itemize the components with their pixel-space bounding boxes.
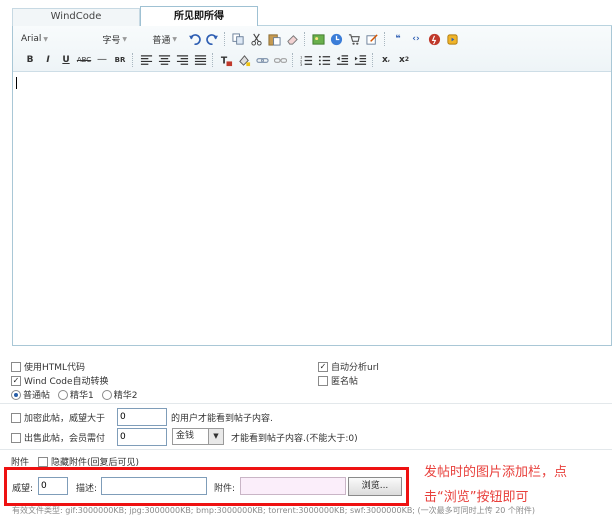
quote-icon[interactable]: ❝ xyxy=(391,32,405,46)
justify-icon[interactable] xyxy=(193,53,207,67)
editor-toolbar: Arial ▼ 字号 ▼ 普通 ▼ ❝ ‹› B I U ABC — BR T … xyxy=(13,26,611,72)
subscript-icon[interactable]: x, xyxy=(379,53,393,67)
copy-icon[interactable] xyxy=(231,32,245,46)
rich-text-editor: Arial ▼ 字号 ▼ 普通 ▼ ❝ ‹› B I U ABC — BR T … xyxy=(12,26,612,346)
toolbar-divider xyxy=(212,53,214,67)
hide-attachment-checkbox[interactable] xyxy=(38,456,48,467)
attachment-prestige-label: 威望: xyxy=(12,484,34,494)
italic-icon[interactable]: I xyxy=(41,53,55,67)
use-html-option[interactable]: 使用HTML代码 xyxy=(11,360,85,373)
toolbar-divider xyxy=(384,32,386,46)
post-type-digest1-radio[interactable] xyxy=(58,389,69,400)
bold-icon[interactable]: B xyxy=(23,53,37,67)
encrypt-post-checkbox[interactable] xyxy=(11,412,21,423)
sell-suffix-text: 才能看到帖子内容.(不能大于:0) xyxy=(231,434,358,444)
indent-icon[interactable] xyxy=(353,53,367,67)
windcode-convert-checkbox[interactable]: ✓ xyxy=(11,375,21,386)
post-type-normal-radio[interactable] xyxy=(11,389,21,400)
font-style-select[interactable]: 普通 ▼ xyxy=(135,33,177,46)
flash-icon[interactable] xyxy=(427,32,441,46)
prestige-suffix-text: 的用户才能看到帖子内容. xyxy=(171,414,273,424)
image-icon[interactable] xyxy=(311,32,325,46)
superscript-icon[interactable]: x2 xyxy=(397,53,411,67)
attachment-desc-label: 描述: xyxy=(76,484,98,494)
sell-post-checkbox[interactable] xyxy=(11,432,21,443)
toolbar-divider xyxy=(372,53,374,67)
align-center-icon[interactable] xyxy=(157,53,171,67)
chevron-down-icon: ▼ xyxy=(208,429,223,444)
bg-color-icon[interactable] xyxy=(237,53,251,67)
link-icon[interactable] xyxy=(255,53,269,67)
eraser-icon[interactable] xyxy=(285,32,299,46)
paste-icon[interactable] xyxy=(267,32,281,46)
attachment-prestige-input[interactable]: 0 xyxy=(38,477,68,495)
unordered-list-icon[interactable] xyxy=(317,53,331,67)
tab-wysiwyg[interactable]: 所见即所得 xyxy=(140,6,258,27)
align-right-icon[interactable] xyxy=(175,53,189,67)
anonymous-option[interactable]: 匿名帖 xyxy=(318,374,358,387)
allowed-file-types: 有效文件类型: gif:3000000KB; jpg:3000000KB; bm… xyxy=(12,506,536,515)
toolbar-row-1: Arial ▼ 字号 ▼ 普通 ▼ ❝ ‹› xyxy=(21,30,461,48)
undo-icon[interactable] xyxy=(187,32,201,46)
editor-tabs: WindCode 所见即所得 xyxy=(12,6,612,27)
text-color-icon[interactable]: T xyxy=(219,53,233,67)
browse-button[interactable]: 浏览... xyxy=(348,477,402,496)
edit-icon[interactable] xyxy=(365,32,379,46)
history-icon[interactable] xyxy=(329,32,343,46)
post-type-group: 普通帖 精华1 精华2 xyxy=(11,388,137,401)
annotation-callout: 发帖时的图片添加栏，点 击“浏览”按钮即可 xyxy=(424,465,568,505)
strikethrough-icon[interactable]: ABC xyxy=(77,53,91,67)
hr-icon[interactable]: — xyxy=(95,53,109,67)
use-html-checkbox[interactable] xyxy=(11,361,21,372)
toolbar-divider xyxy=(292,53,294,67)
sell-price-input[interactable]: 0 xyxy=(117,428,167,446)
sell-post-option[interactable]: 出售此帖，会员需付 xyxy=(11,431,105,444)
currency-select[interactable]: 金钱 ▼ xyxy=(172,428,224,445)
editor-content-area[interactable] xyxy=(13,72,611,345)
divider xyxy=(0,403,612,404)
tab-windcode[interactable]: WindCode xyxy=(12,8,140,26)
auto-url-checkbox[interactable]: ✓ xyxy=(318,361,328,372)
underline-icon[interactable]: U xyxy=(59,53,73,67)
toolbar-row-2: B I U ABC — BR T 123 x, x2 xyxy=(21,51,413,69)
svg-text:3: 3 xyxy=(300,63,303,67)
windcode-convert-option[interactable]: ✓ Wind Code自动转换 xyxy=(11,374,109,387)
unlink-icon[interactable] xyxy=(273,53,287,67)
attachment-file-input[interactable] xyxy=(240,477,346,495)
font-size-select[interactable]: 字号 ▼ xyxy=(87,33,127,46)
divider xyxy=(0,449,612,450)
toolbar-divider xyxy=(304,32,306,46)
toolbar-divider xyxy=(132,53,134,67)
attachment-desc-input[interactable] xyxy=(101,477,207,495)
outdent-icon[interactable] xyxy=(335,53,349,67)
prestige-threshold-input[interactable]: 0 xyxy=(117,408,167,426)
text-caret xyxy=(16,77,17,89)
media-icon[interactable] xyxy=(445,32,459,46)
align-left-icon[interactable] xyxy=(139,53,153,67)
auto-url-option[interactable]: ✓ 自动分析url xyxy=(318,360,379,373)
cut-icon[interactable] xyxy=(249,32,263,46)
attachment-file-label: 附件: xyxy=(214,484,236,494)
post-type-digest2-radio[interactable] xyxy=(101,389,112,400)
br-icon[interactable]: BR xyxy=(113,53,127,67)
redo-icon[interactable] xyxy=(205,32,219,46)
code-icon[interactable]: ‹› xyxy=(409,32,423,46)
cart-icon[interactable] xyxy=(347,32,361,46)
encrypt-post-option[interactable]: 加密此帖，威望大于 xyxy=(11,411,105,424)
anonymous-checkbox[interactable] xyxy=(318,375,328,386)
ordered-list-icon[interactable]: 123 xyxy=(299,53,313,67)
toolbar-divider xyxy=(224,32,226,46)
font-family-select[interactable]: Arial ▼ xyxy=(21,34,79,44)
